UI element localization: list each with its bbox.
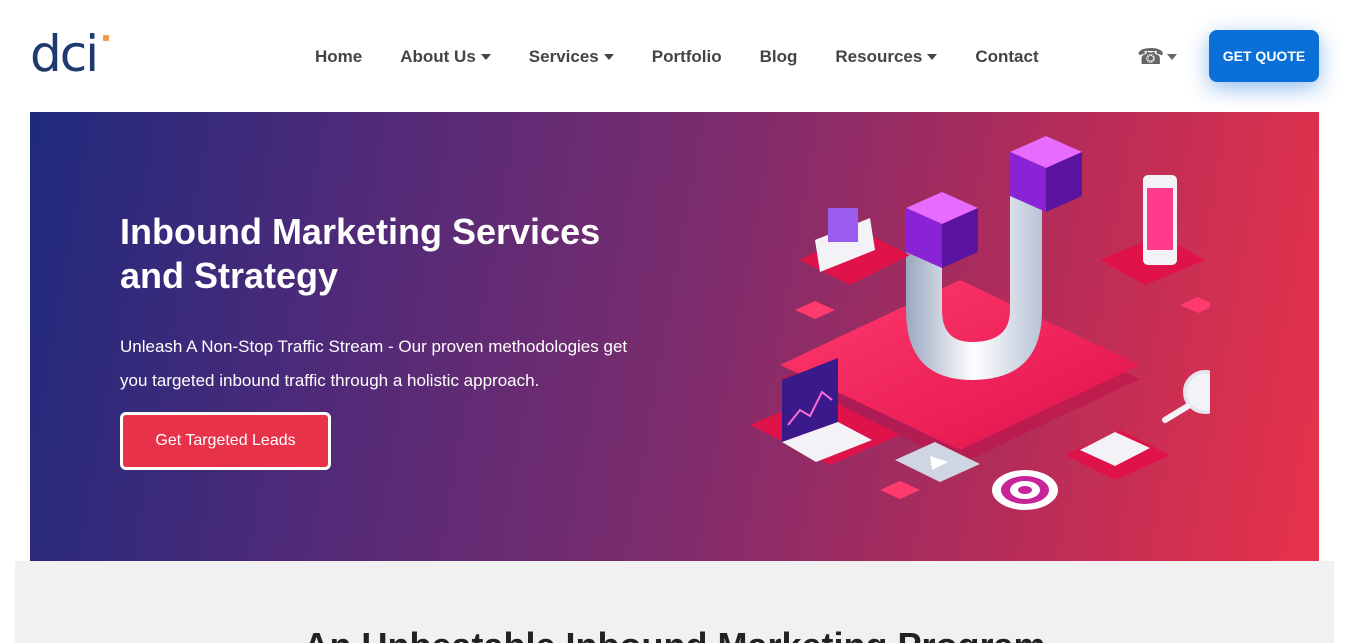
nav-services-label: Services	[528, 47, 599, 66]
target-icon	[992, 470, 1058, 510]
phone-dropdown[interactable]: ☎	[1137, 44, 1178, 70]
caret-down-icon	[1167, 54, 1178, 60]
nav-blog-label: Blog	[759, 47, 798, 66]
hero-subtitle: Unleash A Non-Stop Traffic Stream - Our …	[120, 337, 628, 390]
main-nav: Home About Us Services Portfolio Blog Re…	[296, 40, 1058, 74]
get-targeted-leads-button[interactable]: Get Targeted Leads	[120, 412, 331, 470]
nav-item-resources[interactable]: Resources	[835, 47, 938, 67]
magnet-marketing-illustration	[750, 136, 1210, 510]
nav-item-services[interactable]: Services	[529, 47, 614, 67]
nav-home-label: Home	[315, 47, 363, 66]
nav-resources-label: Resources	[835, 47, 923, 66]
envelope-icon	[800, 208, 910, 285]
caret-down-icon	[603, 54, 614, 60]
smartphone-icon	[1100, 175, 1205, 285]
caret-down-icon	[927, 54, 938, 60]
nav-item-about-us[interactable]: About Us	[400, 47, 491, 67]
hero-title: Inbound Marketing Services and Strategy	[120, 211, 601, 296]
nav-item-portfolio[interactable]: Portfolio	[652, 47, 722, 67]
calculator-icon	[1065, 430, 1170, 480]
nav-about-us-label: About Us	[400, 47, 476, 66]
site-header: dci Home About Us Services Portfolio Blo…	[0, 0, 1366, 112]
section-title: An Unbeatable Inbound Marketing Program	[15, 625, 1334, 643]
nav-item-home[interactable]: Home	[315, 47, 362, 67]
nav-item-blog[interactable]: Blog	[760, 47, 798, 67]
program-section: An Unbeatable Inbound Marketing Program	[15, 561, 1334, 643]
nav-item-contact[interactable]: Contact	[975, 47, 1038, 67]
get-quote-button[interactable]: GET QUOTE	[1209, 30, 1319, 82]
nav-contact-label: Contact	[975, 47, 1039, 66]
hero-banner: Inbound Marketing Services and Strategy …	[30, 112, 1319, 561]
logo-text: dci	[30, 25, 99, 83]
caret-down-icon	[480, 54, 491, 60]
magnifier-icon	[1162, 370, 1210, 423]
nav-portfolio-label: Portfolio	[651, 47, 722, 66]
phone-icon: ☎	[1137, 44, 1165, 69]
logo-accent-dot	[103, 35, 109, 41]
dci-logo[interactable]: dci	[30, 25, 114, 83]
